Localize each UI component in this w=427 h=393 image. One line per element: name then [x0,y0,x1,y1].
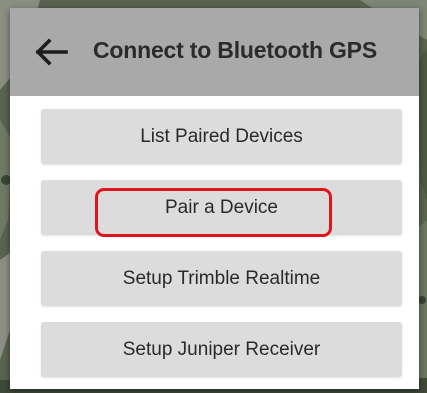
list-paired-devices-button[interactable]: List Paired Devices [41,109,402,164]
list-paired-devices-label: List Paired Devices [140,125,303,147]
setup-trimble-realtime-label: Setup Trimble Realtime [122,267,321,289]
bluetooth-gps-dialog: Connect to Bluetooth GPS List Paired Dev… [10,8,419,389]
arrow-left-icon [35,38,68,66]
pair-a-device-button[interactable]: Pair a Device [41,180,402,235]
back-button[interactable] [30,30,74,74]
dialog-title: Connect to Bluetooth GPS [93,37,377,63]
setup-trimble-realtime-button[interactable]: Setup Trimble Realtime [41,251,402,306]
dialog-header: Connect to Bluetooth GPS [10,8,419,96]
menu-list: List Paired Devices Pair a Device Setup … [10,96,419,389]
setup-juniper-receiver-label: Setup Juniper Receiver [122,338,321,360]
setup-juniper-receiver-button[interactable]: Setup Juniper Receiver [41,322,402,377]
pair-a-device-label: Pair a Device [165,196,278,218]
